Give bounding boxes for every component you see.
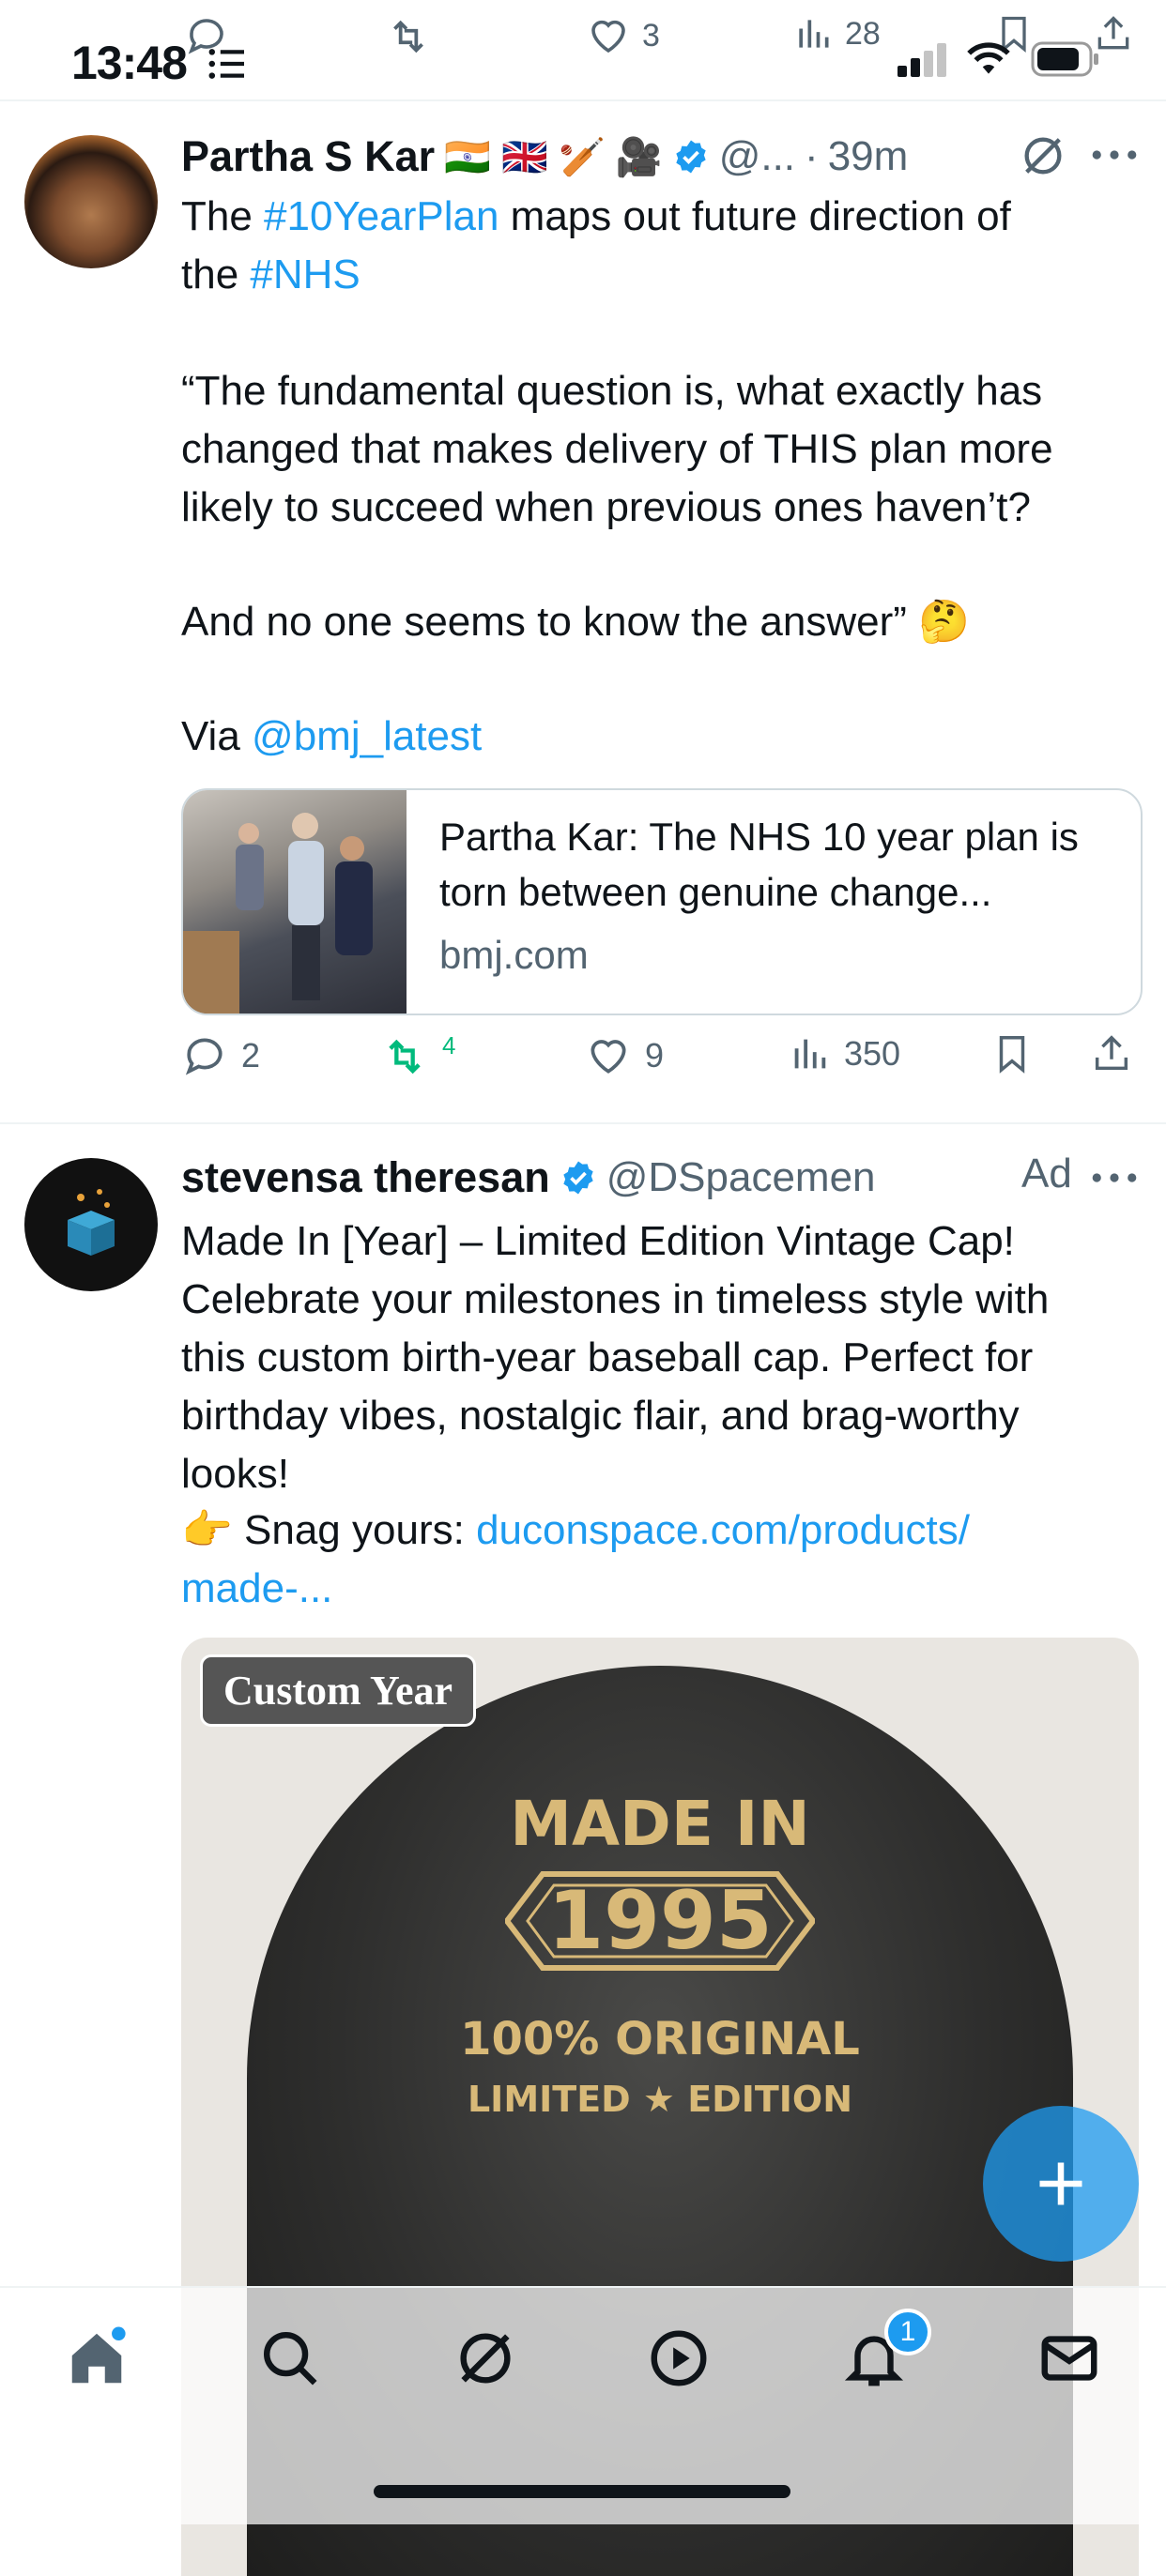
grok-icon[interactable] — [1019, 131, 1067, 180]
product-link-continued[interactable]: made-... — [181, 1565, 332, 1611]
author-emojis: 🇮🇳 🇬🇧 🏏 🎥 — [444, 136, 663, 178]
grok-icon[interactable] — [453, 2325, 518, 2391]
tweet-time[interactable]: 39m — [828, 133, 909, 180]
reply-button[interactable]: 2 — [181, 1032, 260, 1079]
card-image — [183, 790, 407, 1014]
reply-icon — [185, 1038, 222, 1075]
views-button[interactable]: 350 — [788, 1032, 900, 1075]
tweet-text-segment: Via — [181, 713, 253, 759]
wifi-icon — [967, 42, 1010, 74]
avatar[interactable] — [24, 1158, 158, 1291]
tweet-quote-text: “The fundamental question is, what exact… — [181, 368, 1053, 530]
retweet-button[interactable]: 4 — [380, 1030, 456, 1081]
tweet-text-segment: maps out future direction of — [499, 193, 1011, 239]
like-count: 3 — [642, 17, 660, 53]
ad-label: Ad — [1021, 1151, 1072, 1197]
tweet-actions: 2 4 9 350 — [181, 1030, 1148, 1089]
like-count: 9 — [645, 1036, 665, 1075]
card-domain: bmj.com — [439, 933, 589, 977]
card-photo-shapes — [183, 813, 373, 1014]
heart-icon — [591, 20, 625, 53]
tweet-header: Partha S Kar 🇮🇳 🇬🇧 🏏 🎥 @... · 39m — [181, 128, 908, 186]
hashtag-link[interactable]: #NHS — [250, 252, 360, 297]
mention-link[interactable]: @bmj_latest — [252, 713, 482, 759]
bookmark-icon — [999, 1036, 1025, 1074]
thinking-face-emoji: 🤔 — [918, 599, 970, 645]
status-bar: 3 28 13:48 — [0, 0, 1166, 99]
tweet-text-segment: Snag yours: — [232, 1507, 477, 1553]
reply-count: 2 — [241, 1036, 261, 1075]
verified-badge-icon — [563, 1161, 593, 1195]
cap-limited: LIMITED ★ EDITION — [467, 2079, 853, 2120]
status-time: 13:48 — [71, 37, 188, 89]
views-button[interactable]: 28 — [792, 13, 881, 54]
retweet-icon — [389, 1039, 421, 1075]
cap-year: 1995 — [547, 1874, 773, 1968]
more-options-icon[interactable] — [1091, 1164, 1138, 1192]
tweet-header: stevensa theresan @DSpacemen — [181, 1149, 876, 1207]
view-count: 28 — [845, 15, 881, 52]
tweet-text-segment: the — [181, 252, 251, 297]
verified-badge-icon — [676, 140, 706, 174]
link-card[interactable]: Partha Kar: The NHS 10 year plan is torn… — [181, 788, 1143, 1015]
cap-original: 100% ORIGINAL — [460, 2013, 860, 2065]
tweet-text: The #10YearPlan maps out future directio… — [181, 188, 1139, 304]
share-icon — [1095, 1035, 1128, 1071]
separator-dot: · — [805, 133, 819, 179]
ad-cta: 👉 Snag yours: duconspace.com/products/ m… — [181, 1501, 1139, 1618]
author-name[interactable]: Partha S Kar — [181, 132, 435, 181]
search-icon[interactable] — [257, 2325, 323, 2391]
share-button[interactable] — [1090, 1032, 1133, 1075]
bookmark-button[interactable] — [990, 1032, 1034, 1075]
author-handle[interactable]: @... — [719, 133, 795, 180]
retweet-count: 4 — [442, 1030, 456, 1059]
notification-count-badge: 1 — [884, 2309, 931, 2355]
list-icon — [208, 49, 244, 79]
view-count: 350 — [844, 1034, 901, 1073]
plus-icon — [1039, 2162, 1082, 2205]
views-icon — [794, 1039, 826, 1069]
hashtag-link[interactable]: #10YearPlan — [264, 193, 499, 239]
battery-icon — [1031, 41, 1098, 77]
tweet-via-text: Via @bmj_latest — [181, 708, 1139, 766]
author-name[interactable]: stevensa theresan — [181, 1153, 550, 1202]
views-icon — [799, 20, 829, 48]
heart-icon — [591, 1040, 626, 1074]
home-icon[interactable] — [64, 2325, 130, 2391]
messages-mail-icon[interactable] — [1036, 2325, 1102, 2391]
card-title: Partha Kar: The NHS 10 year plan is torn… — [439, 815, 1079, 914]
tweet-text-segment: And no one seems to know the answer” — [181, 599, 907, 645]
brand-logo-icon — [68, 1189, 115, 1256]
pointing-hand-emoji: 👉 — [181, 1507, 233, 1553]
author-handle[interactable]: @DSpacemen — [606, 1154, 876, 1201]
ad-text: Made In [Year] – Limited Edition Vintage… — [181, 1218, 1050, 1497]
avatar[interactable] — [24, 135, 158, 268]
more-options-icon[interactable] — [1091, 141, 1138, 169]
tweet-answer-text: And no one seems to know the answer” 🤔 — [181, 593, 1139, 651]
retweet-button[interactable] — [385, 13, 432, 60]
video-play-icon[interactable] — [646, 2325, 712, 2391]
like-button[interactable]: 3 — [586, 13, 660, 58]
tweet-text-segment: The — [181, 193, 265, 239]
product-link[interactable]: duconspace.com/products/ — [476, 1507, 970, 1553]
compose-button[interactable] — [983, 2106, 1139, 2262]
divider — [0, 99, 1166, 101]
divider — [0, 1122, 1166, 1124]
cap-made-in: MADE IN — [510, 1788, 810, 1860]
like-button[interactable]: 9 — [585, 1032, 664, 1079]
home-indicator — [374, 2485, 790, 2498]
signal-icon — [898, 43, 946, 77]
retweet-icon — [393, 20, 423, 53]
custom-year-badge: Custom Year — [200, 1654, 476, 1727]
